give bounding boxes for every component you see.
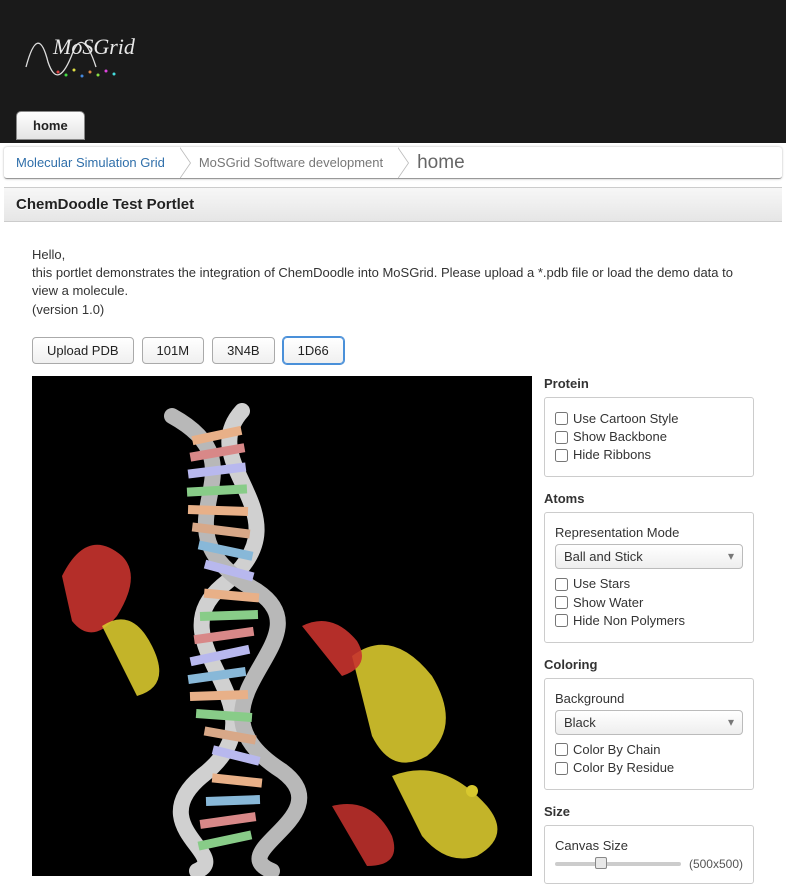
hide-ribbons-label: Hide Ribbons [573, 446, 651, 464]
use-cartoon-checkbox[interactable] [555, 412, 568, 425]
slider-thumb[interactable] [595, 857, 607, 869]
show-water-label: Show Water [573, 594, 643, 612]
atoms-panel: Representation Mode Ball and Stick Use S… [544, 512, 754, 643]
color-by-residue-row[interactable]: Color By Residue [555, 759, 743, 777]
show-water-checkbox[interactable] [555, 596, 568, 609]
hide-ribbons-checkbox[interactable] [555, 449, 568, 462]
show-backbone-row[interactable]: Show Backbone [555, 428, 743, 446]
breadcrumb-mid[interactable]: MoSGrid Software development [179, 147, 397, 178]
canvas-size-slider[interactable] [555, 862, 681, 866]
breadcrumb: Molecular Simulation Grid MoSGrid Softwa… [4, 147, 782, 179]
breadcrumb-root[interactable]: Molecular Simulation Grid [4, 147, 179, 178]
show-water-row[interactable]: Show Water [555, 594, 743, 612]
load-101m-button[interactable]: 101M [142, 337, 205, 364]
greeting: Hello, [32, 246, 754, 264]
coloring-heading: Coloring [544, 657, 754, 672]
background-label: Background [555, 691, 743, 706]
description: this portlet demonstrates the integratio… [32, 264, 754, 300]
coloring-panel: Background Black Color By Chain Color By… [544, 678, 754, 790]
breadcrumb-root-link[interactable]: Molecular Simulation Grid [16, 155, 165, 170]
portlet: ChemDoodle Test Portlet Hello, this port… [4, 187, 782, 896]
nav-bar: home [0, 105, 786, 143]
molecule-render [32, 376, 532, 876]
hide-non-polymers-row[interactable]: Hide Non Polymers [555, 612, 743, 630]
canvas-size-value: (500x500) [689, 857, 743, 871]
color-by-chain-checkbox[interactable] [555, 743, 568, 756]
canvas-size-row: (500x500) [555, 857, 743, 871]
intro-text: Hello, this portlet demonstrates the int… [32, 246, 754, 319]
side-panel: Protein Use Cartoon Style Show Backbone … [544, 376, 754, 885]
load-1d66-button[interactable]: 1D66 [283, 337, 344, 364]
molecule-viewer[interactable] [32, 376, 532, 876]
hide-ribbons-row[interactable]: Hide Ribbons [555, 446, 743, 464]
hide-non-polymers-checkbox[interactable] [555, 614, 568, 627]
size-panel: Canvas Size (500x500) [544, 825, 754, 884]
app-header: MoSGrid [0, 0, 786, 105]
use-stars-label: Use Stars [573, 575, 630, 593]
portlet-body: Hello, this portlet demonstrates the int… [4, 222, 782, 896]
color-by-chain-row[interactable]: Color By Chain [555, 741, 743, 759]
version: (version 1.0) [32, 301, 754, 319]
rep-mode-select[interactable]: Ball and Stick [555, 544, 743, 569]
use-stars-row[interactable]: Use Stars [555, 575, 743, 593]
canvas-size-label: Canvas Size [555, 838, 743, 853]
use-cartoon-label: Use Cartoon Style [573, 410, 679, 428]
logo: MoSGrid [18, 12, 168, 105]
hide-non-polymers-label: Hide Non Polymers [573, 612, 685, 630]
upload-pdb-button[interactable]: Upload PDB [32, 337, 134, 364]
rep-mode-label: Representation Mode [555, 525, 743, 540]
protein-heading: Protein [544, 376, 754, 391]
use-cartoon-row[interactable]: Use Cartoon Style [555, 410, 743, 428]
color-by-residue-label: Color By Residue [573, 759, 674, 777]
color-by-chain-label: Color By Chain [573, 741, 660, 759]
nav-tab-home[interactable]: home [16, 111, 85, 140]
size-heading: Size [544, 804, 754, 819]
breadcrumb-leaf: home [397, 147, 479, 178]
use-stars-checkbox[interactable] [555, 578, 568, 591]
button-row: Upload PDB 101M 3N4B 1D66 [32, 337, 754, 364]
show-backbone-checkbox[interactable] [555, 431, 568, 444]
svg-text:MoSGrid: MoSGrid [52, 34, 136, 59]
load-3n4b-button[interactable]: 3N4B [212, 337, 275, 364]
portlet-title: ChemDoodle Test Portlet [4, 188, 782, 222]
background-select[interactable]: Black [555, 710, 743, 735]
atoms-heading: Atoms [544, 491, 754, 506]
color-by-residue-checkbox[interactable] [555, 762, 568, 775]
show-backbone-label: Show Backbone [573, 428, 667, 446]
main-area: Protein Use Cartoon Style Show Backbone … [32, 376, 754, 885]
protein-panel: Use Cartoon Style Show Backbone Hide Rib… [544, 397, 754, 478]
